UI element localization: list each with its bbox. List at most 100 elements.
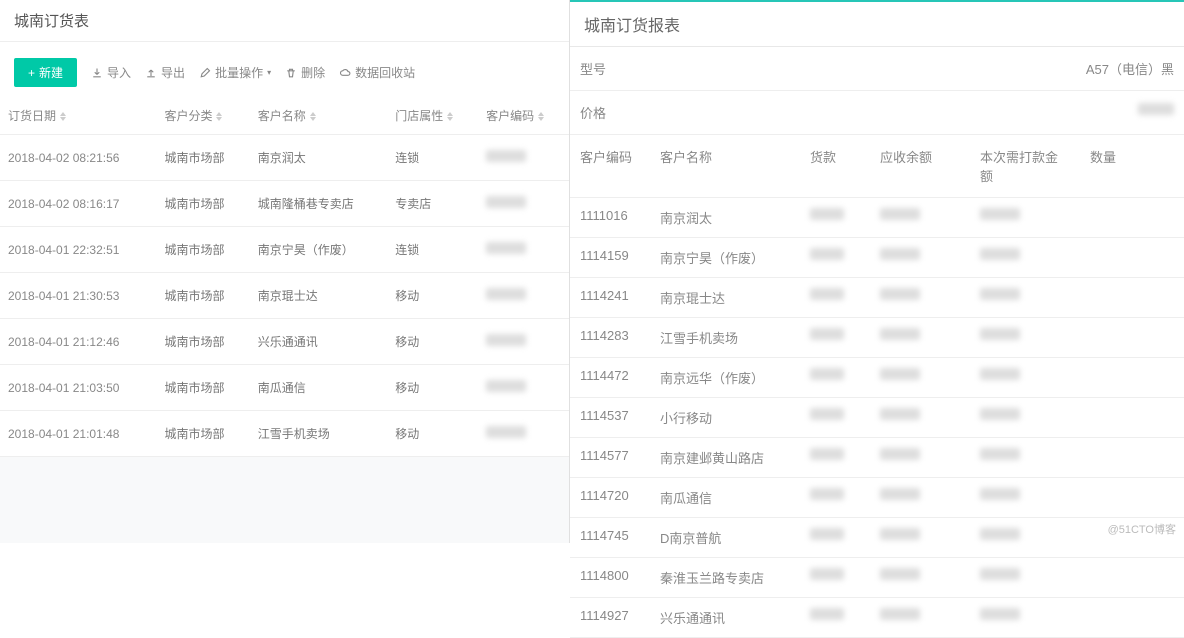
cell-pay: [970, 398, 1080, 437]
cell-money: [800, 598, 870, 637]
h-qty: 数量: [1080, 135, 1140, 197]
col-code[interactable]: 客户编码: [478, 97, 569, 135]
h-money: 货款: [800, 135, 870, 197]
export-button[interactable]: 导出: [145, 64, 185, 81]
import-button[interactable]: 导入: [91, 64, 131, 81]
cell-name: 江雪手机卖场: [250, 411, 388, 457]
table-row[interactable]: 2018-04-01 21:12:46城南市场部兴乐通通讯移动: [0, 319, 569, 365]
cell-receivable: [870, 398, 970, 437]
plus-icon: +: [28, 66, 35, 80]
cell-receivable: [870, 478, 970, 517]
cell-qty: [1080, 198, 1140, 237]
cell-qty: [1080, 558, 1140, 597]
cell-code: [478, 365, 569, 411]
col-name[interactable]: 客户名称: [250, 97, 388, 135]
cell-receivable: [870, 358, 970, 397]
left-panel: 城南订货表 + 新建 导入 导出 批量操作 ▾ 删除 数据回收站: [0, 0, 570, 543]
delete-label: 删除: [301, 64, 325, 81]
cell-receivable: [870, 318, 970, 357]
table-row[interactable]: 1114720南瓜通信: [570, 478, 1184, 518]
cell-name: 小行移动: [650, 398, 800, 437]
cell-code: 1114800: [570, 558, 650, 597]
cell-money: [800, 438, 870, 477]
edit-icon: [199, 67, 211, 79]
cell-attr: 移动: [387, 411, 478, 457]
cell-name: 兴乐通通讯: [650, 598, 800, 637]
cell-receivable: [870, 238, 970, 277]
price-value: [1128, 91, 1184, 134]
cell-name: 江雪手机卖场: [650, 318, 800, 357]
cell-category: 城南市场部: [156, 319, 249, 365]
cell-name: 南京润太: [650, 198, 800, 237]
cell-pay: [970, 198, 1080, 237]
cell-code: 1114577: [570, 438, 650, 477]
table-row[interactable]: 1114745D南京普航: [570, 518, 1184, 558]
table-row[interactable]: 2018-04-01 21:01:48城南市场部江雪手机卖场移动: [0, 411, 569, 457]
delete-button[interactable]: 删除: [285, 64, 325, 81]
cell-code: 1114537: [570, 398, 650, 437]
h-pay: 本次需打款金额: [970, 135, 1080, 197]
cell-name: 秦淮玉兰路专卖店: [650, 558, 800, 597]
recycle-button[interactable]: 数据回收站: [339, 64, 415, 81]
table-row[interactable]: 1114472南京远华（作废）: [570, 358, 1184, 398]
batch-button[interactable]: 批量操作 ▾: [199, 64, 271, 81]
cell-code: [478, 227, 569, 273]
table-row[interactable]: 1114800秦淮玉兰路专卖店: [570, 558, 1184, 598]
cell-name: 南京琨士达: [650, 278, 800, 317]
cell-code: 1111016: [570, 198, 650, 237]
col-category[interactable]: 客户分类: [156, 97, 249, 135]
cell-pay: [970, 598, 1080, 637]
model-label: 型号: [570, 47, 650, 90]
table-row[interactable]: 1114283江雪手机卖场: [570, 318, 1184, 358]
cell-code: [478, 411, 569, 457]
cell-qty: [1080, 478, 1140, 517]
cell-money: [800, 318, 870, 357]
cell-attr: 连锁: [387, 135, 478, 181]
table-row[interactable]: 2018-04-02 08:21:56城南市场部南京润太连锁: [0, 135, 569, 181]
sort-icon: [216, 112, 222, 121]
new-button[interactable]: + 新建: [14, 58, 77, 87]
cell-code: [478, 273, 569, 319]
table-row[interactable]: 1114241南京琨士达: [570, 278, 1184, 318]
cell-code: 1114720: [570, 478, 650, 517]
cell-date: 2018-04-01 21:12:46: [0, 319, 156, 365]
cell-money: [800, 238, 870, 277]
cell-date: 2018-04-02 08:21:56: [0, 135, 156, 181]
cell-category: 城南市场部: [156, 181, 249, 227]
price-label: 价格: [570, 91, 650, 134]
table-row[interactable]: 1114159南京宁昊（作废）: [570, 238, 1184, 278]
toolbar: + 新建 导入 导出 批量操作 ▾ 删除 数据回收站: [0, 42, 569, 97]
cell-category: 城南市场部: [156, 365, 249, 411]
cell-receivable: [870, 558, 970, 597]
cell-receivable: [870, 198, 970, 237]
table-row[interactable]: 2018-04-02 08:16:17城南市场部城南隆桶巷专卖店专卖店: [0, 181, 569, 227]
right-panel: 城南订货报表 型号 A57（电信）黑 价格 客户编码 客户名称 货款 应收余额 …: [570, 0, 1184, 543]
sort-icon: [538, 112, 544, 121]
download-icon: [91, 67, 103, 79]
table-row[interactable]: 1111016南京润太: [570, 198, 1184, 238]
col-attr[interactable]: 门店属性: [387, 97, 478, 135]
cell-name: 城南隆桶巷专卖店: [250, 181, 388, 227]
cell-money: [800, 358, 870, 397]
table-row[interactable]: 1114537小行移动: [570, 398, 1184, 438]
left-table: 订货日期 客户分类 客户名称 门店属性 客户编码 2018-04-02 08:2…: [0, 97, 569, 457]
cell-receivable: [870, 278, 970, 317]
table-row[interactable]: 2018-04-01 21:30:53城南市场部南京琨士达移动: [0, 273, 569, 319]
table-row[interactable]: 2018-04-01 22:32:51城南市场部南京宁昊（作废）连锁: [0, 227, 569, 273]
table-row[interactable]: 2018-04-01 21:03:50城南市场部南瓜通信移动: [0, 365, 569, 411]
col-name-label: 客户名称: [258, 109, 306, 123]
chevron-down-icon: ▾: [267, 68, 271, 77]
table-row[interactable]: 1114927兴乐通通讯: [570, 598, 1184, 638]
table-row[interactable]: 1114577南京建邺黄山路店: [570, 438, 1184, 478]
col-date[interactable]: 订货日期: [0, 97, 156, 135]
model-row: 型号 A57（电信）黑: [570, 47, 1184, 91]
sort-icon: [60, 112, 66, 121]
cell-date: 2018-04-02 08:16:17: [0, 181, 156, 227]
right-body: 1111016南京润太1114159南京宁昊（作废）1114241南京琨士达11…: [570, 198, 1184, 638]
cell-qty: [1080, 238, 1140, 277]
cell-qty: [1080, 278, 1140, 317]
cell-category: 城南市场部: [156, 411, 249, 457]
cell-money: [800, 558, 870, 597]
cell-qty: [1080, 398, 1140, 437]
cell-code: 1114472: [570, 358, 650, 397]
